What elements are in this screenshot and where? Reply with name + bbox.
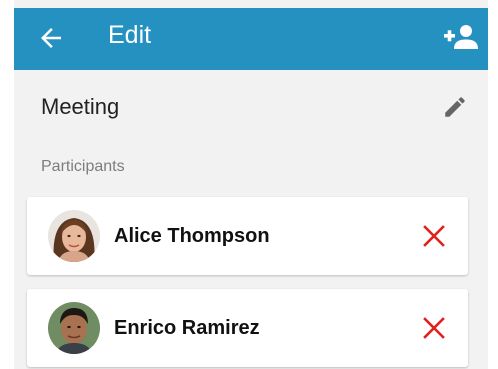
add-participant-button[interactable] bbox=[442, 21, 478, 53]
page-title: Edit bbox=[108, 21, 152, 49]
person-add-icon bbox=[444, 25, 478, 49]
avatar bbox=[48, 302, 100, 354]
avatar bbox=[48, 210, 100, 262]
meeting-title: Meeting bbox=[41, 94, 120, 119]
participant-name: Enrico Ramirez bbox=[114, 317, 260, 339]
close-x-icon bbox=[423, 317, 445, 339]
top-app-bar: Edit bbox=[14, 8, 488, 70]
remove-participant-button[interactable] bbox=[422, 224, 446, 248]
remove-participant-button[interactable] bbox=[422, 316, 446, 340]
participant-card: Alice Thompson bbox=[27, 197, 468, 275]
participants-heading: Participants bbox=[41, 158, 125, 175]
back-button[interactable] bbox=[36, 23, 66, 53]
edit-meeting-button[interactable] bbox=[442, 94, 468, 120]
participant-card: Enrico Ramirez bbox=[27, 289, 468, 367]
app-screen: Edit Meeting Participants Alice Thompson… bbox=[14, 0, 488, 369]
pencil-icon bbox=[445, 97, 465, 117]
close-x-icon bbox=[423, 225, 445, 247]
meeting-row: Meeting bbox=[14, 70, 488, 146]
arrow-left-icon bbox=[41, 28, 61, 48]
participant-name: Alice Thompson bbox=[114, 225, 270, 247]
